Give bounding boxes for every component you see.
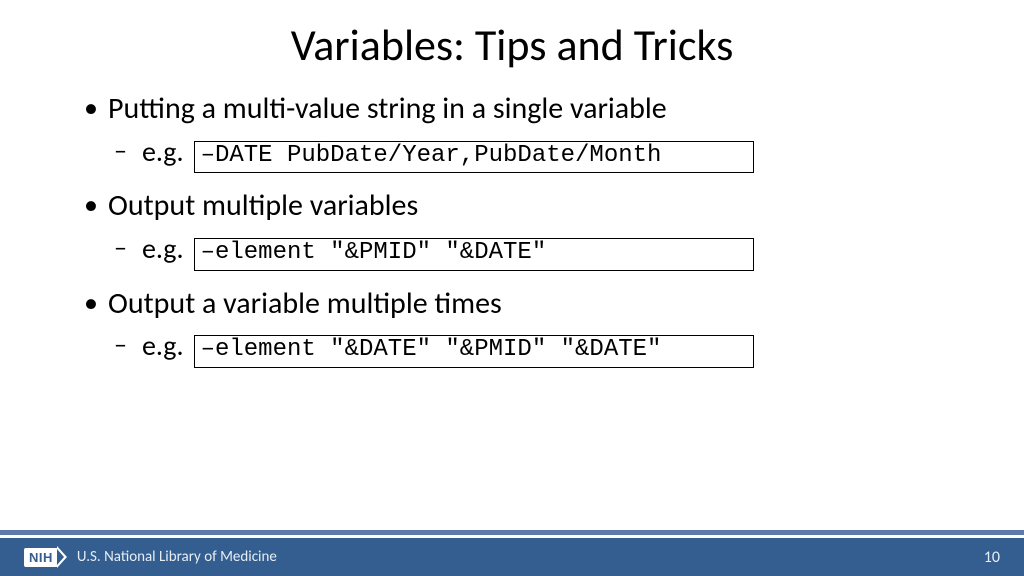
page-number: 10: [984, 548, 1000, 567]
footer-left: NIH U.S. National Library of Medicine: [24, 546, 277, 568]
bullet-item: Output multiple variables – e.g. –elemen…: [80, 187, 944, 270]
dash-icon: –: [114, 134, 127, 167]
sub-item: – e.g. –element "&PMID" "&DATE": [108, 231, 944, 271]
bullet-list: Putting a multi-value string in a single…: [80, 90, 944, 368]
dash-icon: –: [114, 328, 127, 361]
example-label: e.g.: [142, 328, 184, 363]
sub-list: – e.g. –DATE PubDate/Year,PubDate/Month: [108, 134, 944, 174]
example-label: e.g.: [142, 231, 184, 266]
code-box: –DATE PubDate/Year,PubDate/Month: [194, 141, 754, 174]
example-label: e.g.: [142, 134, 184, 169]
footer-bar: NIH U.S. National Library of Medicine 10: [0, 538, 1024, 576]
code-box: –element "&DATE" "&PMID" "&DATE": [194, 335, 754, 368]
sub-item: – e.g. –element "&DATE" "&PMID" "&DATE": [108, 328, 944, 368]
bullet-text: Putting a multi-value string in a single…: [108, 90, 667, 127]
nih-logo-icon: NIH: [24, 546, 67, 568]
bullet-item: Output a variable multiple times – e.g. …: [80, 285, 944, 368]
code-box: –element "&PMID" "&DATE": [194, 238, 754, 271]
slide-content: Putting a multi-value string in a single…: [0, 72, 1024, 368]
dash-icon: –: [114, 231, 127, 264]
bullet-text: Output a variable multiple times: [108, 285, 502, 322]
sub-list: – e.g. –element "&DATE" "&PMID" "&DATE": [108, 328, 944, 368]
footer-org: U.S. National Library of Medicine: [77, 548, 277, 566]
slide: Variables: Tips and Tricks Putting a mul…: [0, 0, 1024, 576]
nih-badge-text: NIH: [24, 548, 58, 567]
sub-list: – e.g. –element "&PMID" "&DATE": [108, 231, 944, 271]
sub-item: – e.g. –DATE PubDate/Year,PubDate/Month: [108, 134, 944, 174]
bullet-item: Putting a multi-value string in a single…: [80, 90, 944, 173]
chevron-right-icon: [57, 546, 67, 568]
footer: NIH U.S. National Library of Medicine 10: [0, 530, 1024, 576]
slide-title: Variables: Tips and Tricks: [0, 0, 1024, 72]
bullet-text: Output multiple variables: [108, 187, 418, 224]
